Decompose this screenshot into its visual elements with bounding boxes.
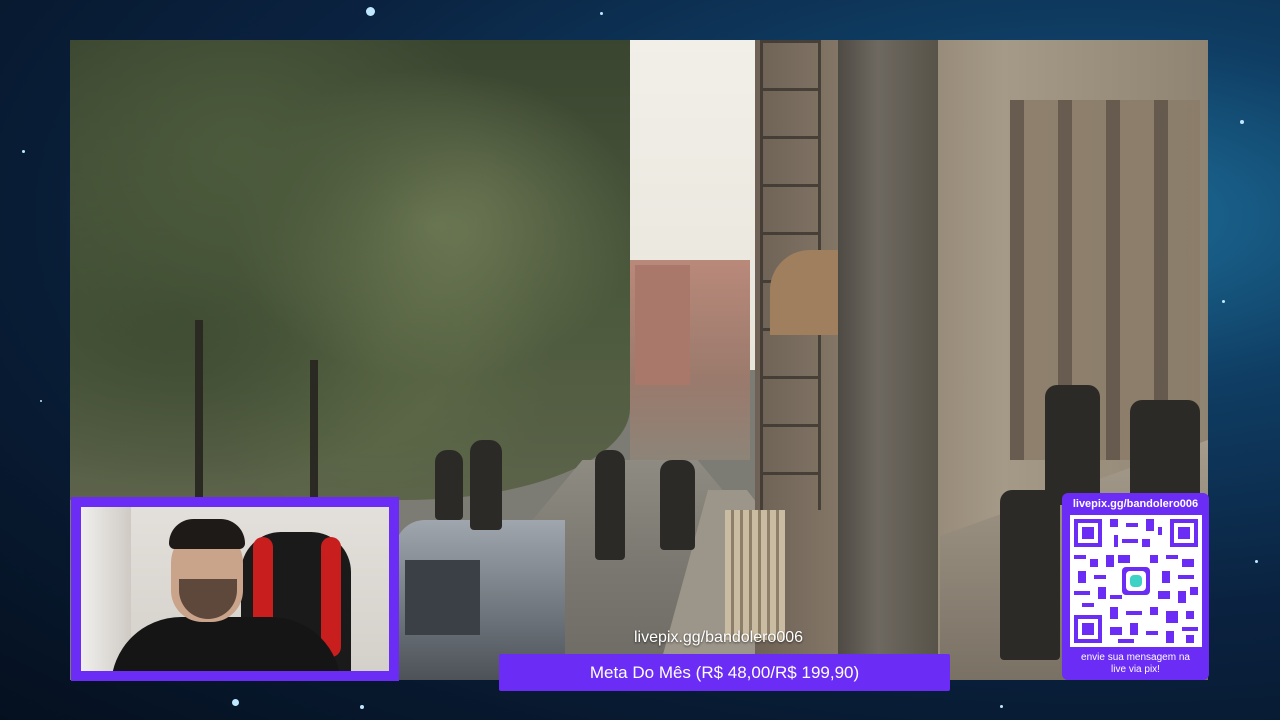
- scene-trees: [70, 40, 630, 500]
- webcam-frame: [71, 497, 399, 681]
- pix-donation-box: livepix.gg/bandolero006 envie sua mensag…: [1062, 493, 1209, 680]
- monthly-goal-bar: Meta Do Mês (R$ 48,00/R$ 199,90): [499, 654, 950, 691]
- pix-box-message-line2: live via pix!: [1111, 664, 1160, 675]
- scene-crates: [725, 510, 785, 640]
- scene-pole: [838, 40, 938, 680]
- webcam-feed: [81, 507, 389, 671]
- scene-awning: [770, 250, 840, 335]
- pix-box-message-line1: envie sua mensagem na: [1081, 652, 1190, 663]
- scene-person: [660, 460, 695, 550]
- scene-person: [435, 450, 463, 520]
- qr-code-icon: [1069, 515, 1202, 647]
- scene-car-window: [405, 560, 480, 635]
- scene-person: [595, 450, 625, 560]
- scene-person: [1000, 490, 1060, 660]
- scene-person: [470, 440, 502, 530]
- pix-box-url: livepix.gg/bandolero006: [1072, 498, 1199, 510]
- pix-box-message: envie sua mensagem na live via pix!: [1062, 652, 1209, 676]
- scene-person: [1045, 385, 1100, 505]
- scene-tower: [635, 265, 690, 385]
- pix-url-caption: livepix.gg/bandolero006: [634, 629, 804, 646]
- livepix-logo-icon: [1129, 575, 1142, 587]
- monthly-goal-label: Meta Do Mês (R$ 48,00/R$ 199,90): [589, 662, 860, 682]
